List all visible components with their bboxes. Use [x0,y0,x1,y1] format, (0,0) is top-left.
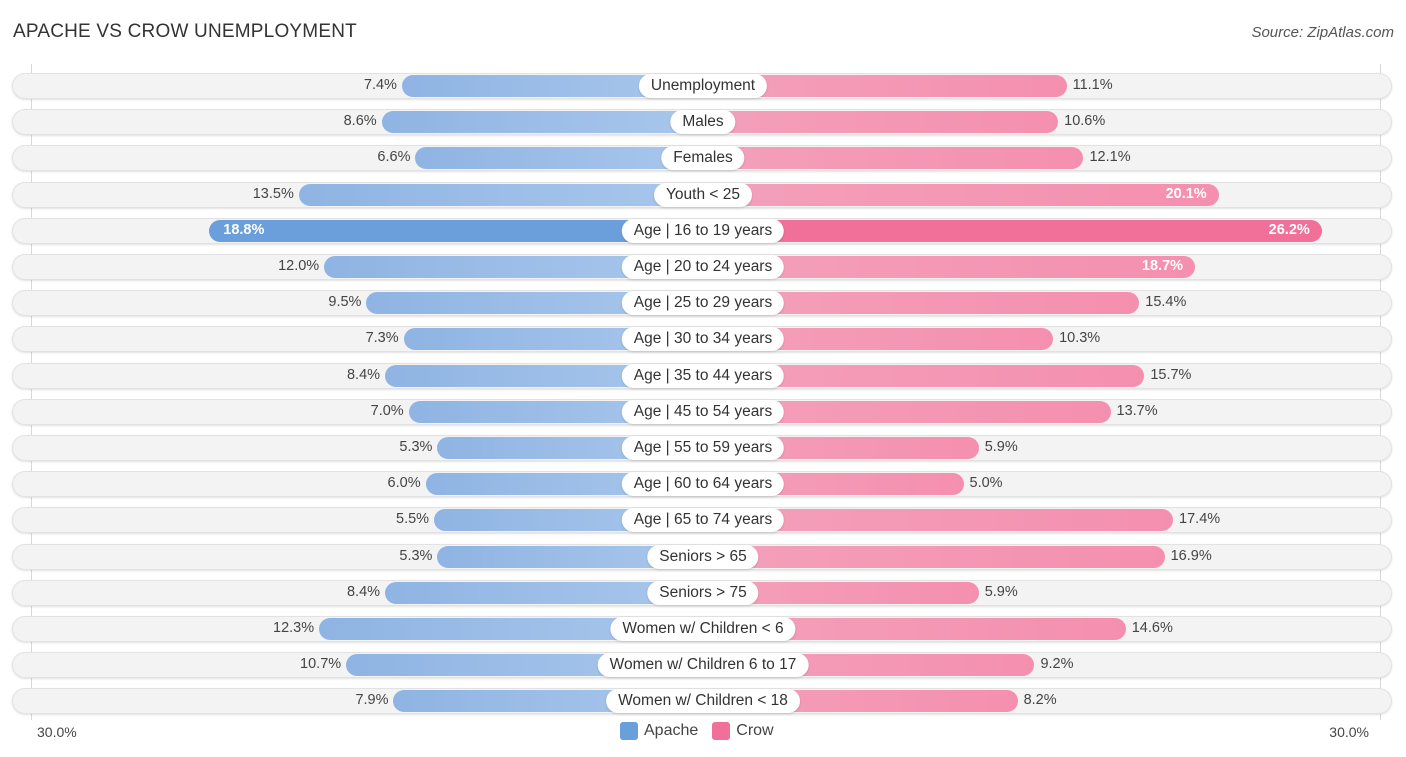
chart-row: 8.4% 5.9% Seniors > 75 [12,579,1392,606]
category-label: Age | 16 to 19 years [621,218,785,243]
value-label-crow: 20.1% [1165,185,1207,202]
bar-crow[interactable] [703,111,1059,134]
category-label: Women w/ Children < 18 [606,689,800,714]
value-label-crow: 10.3% [1059,330,1101,347]
category-label: Women w/ Children 6 to 17 [597,653,809,678]
value-label-apache: 10.7% [300,656,342,673]
chart-row: 8.4% 15.7% Age | 35 to 44 years [12,362,1392,389]
category-label: Females [661,146,745,171]
legend: Apache Crow [620,722,788,740]
bar-crow[interactable] [703,183,1219,206]
category-label: Age | 30 to 34 years [621,327,785,352]
category-label: Seniors > 65 [647,544,759,569]
value-label-apache: 7.0% [370,402,404,419]
chart-row: 8.6% 10.6% Males [12,109,1392,136]
value-label-apache: 5.3% [399,439,433,455]
legend-item-crow[interactable]: Crow [712,722,774,740]
value-label-crow: 5.9% [984,583,1018,600]
chart-row: 7.9% 8.2% Women w/ Children < 18 [12,688,1392,715]
value-label-apache: 7.3% [365,330,399,347]
category-label: Age | 35 to 44 years [621,363,785,388]
chart-title: APACHE VS CROW UNEMPLOYMENT [13,21,357,42]
chart-row: 5.3% 16.9% Seniors > 65 [12,543,1392,570]
value-label-crow: 26.2% [1268,221,1310,238]
bar-apache[interactable] [381,111,703,134]
value-label-crow: 14.6% [1131,620,1173,636]
value-label-crow: 12.1% [1089,149,1131,166]
value-label-apache: 7.9% [355,692,389,709]
bar-crow[interactable] [703,545,1165,568]
chart-row: 6.0% 5.0% Age | 60 to 64 years [12,471,1392,498]
chart-row: 5.3% 5.9% Age | 55 to 59 years [12,435,1392,461]
value-label-apache: 9.5% [328,294,362,311]
value-label-apache: 8.4% [346,583,381,600]
legend-item-apache[interactable]: Apache [620,722,698,740]
value-label-crow: 15.7% [1150,366,1192,383]
bar-crow[interactable] [703,219,1322,242]
category-label: Age | 45 to 54 years [621,399,785,424]
source-label: Source: ZipAtlas.com [1251,24,1394,41]
category-label: Age | 60 to 64 years [621,472,785,497]
chart-row: 13.5% 20.1% Youth < 25 [12,181,1392,208]
bar-apache[interactable] [298,183,703,206]
value-label-apache: 12.0% [278,258,320,274]
chart-row: 18.8% 26.2% Age | 16 to 19 years [12,217,1392,244]
value-label-apache: 18.8% [223,221,265,238]
chart-row: 12.0% 18.7% Age | 20 to 24 years [12,254,1392,280]
value-label-crow: 10.6% [1064,113,1106,130]
legend-label-crow: Crow [736,722,774,739]
value-label-crow: 11.1% [1072,77,1113,93]
value-label-crow: 16.9% [1170,547,1212,564]
axis-tick-left: 30.0% [37,724,77,740]
bar-crow[interactable] [703,147,1084,170]
value-label-crow: 5.9% [984,439,1018,455]
value-label-apache: 8.6% [343,113,377,130]
chart-row: 5.5% 17.4% Age | 65 to 74 years [12,507,1392,534]
value-label-apache: 5.5% [396,511,430,528]
value-label-crow: 17.4% [1179,511,1221,528]
bar-apache[interactable] [415,147,703,170]
value-label-apache: 6.0% [387,475,421,492]
value-label-crow: 8.2% [1023,692,1057,709]
value-label-apache: 8.4% [346,366,381,383]
value-label-apache: 5.3% [399,547,433,564]
chart-row: 6.6% 12.1% Females [12,145,1392,172]
category-label: Youth < 25 [654,182,752,207]
category-label: Women w/ Children < 6 [610,617,796,641]
chart-row: 9.5% 15.4% Age | 25 to 29 years [12,290,1392,317]
category-label: Age | 65 to 74 years [621,508,785,533]
value-label-apache: 12.3% [273,620,315,636]
value-label-crow: 13.7% [1116,402,1158,419]
legend-swatch-apache [620,722,638,740]
value-label-apache: 6.6% [377,149,411,166]
category-label: Males [670,110,736,135]
axis-tick-right: 30.0% [1329,724,1369,740]
legend-label-apache: Apache [644,722,699,739]
category-label: Age | 20 to 24 years [621,255,785,279]
value-label-crow: 9.2% [1040,656,1074,673]
category-label: Age | 55 to 59 years [621,436,785,460]
value-label-apache: 13.5% [252,185,294,202]
chart-row: 10.7% 9.2% Women w/ Children 6 to 17 [12,652,1392,679]
value-label-apache: 7.4% [363,77,397,93]
chart-row: 7.0% 13.7% Age | 45 to 54 years [12,398,1392,425]
value-label-crow: 18.7% [1141,258,1184,274]
category-label: Age | 25 to 29 years [621,291,785,316]
legend-swatch-crow [712,722,731,740]
category-label: Seniors > 75 [647,580,759,605]
category-label: Unemployment [638,74,768,98]
value-label-crow: 5.0% [969,475,1003,492]
chart-row: 12.3% 14.6% Women w/ Children < 6 [12,616,1392,642]
value-label-crow: 15.4% [1145,294,1187,311]
chart-row: 7.3% 10.3% Age | 30 to 34 years [12,326,1392,353]
chart-row: 7.4% 11.1% Unemployment [12,73,1392,99]
